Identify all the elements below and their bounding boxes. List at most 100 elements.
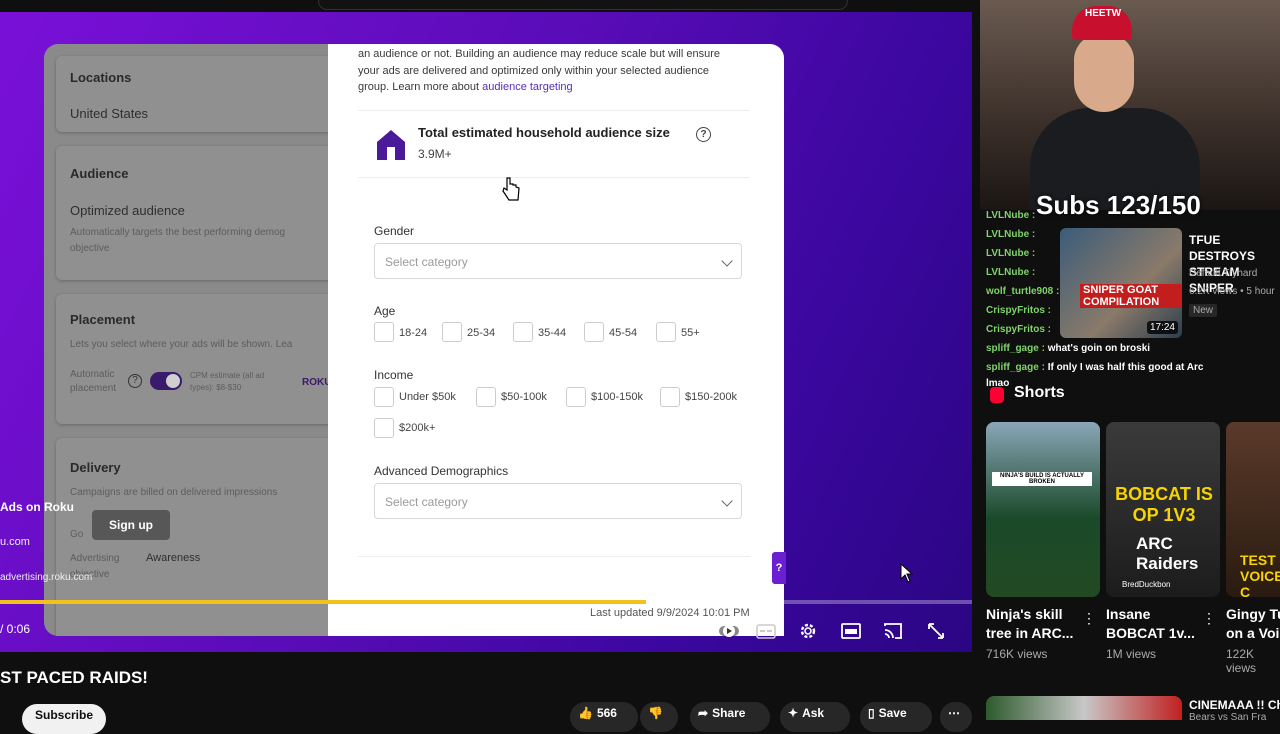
progress-bar[interactable] [0, 600, 972, 604]
income-checkbox-200k-plus[interactable] [374, 418, 394, 438]
recommended-title[interactable]: CINEMAAA !! Ch [1189, 698, 1280, 712]
short-views: 1M views [1106, 647, 1157, 661]
ask-label: Ask [802, 706, 825, 720]
help-icon[interactable]: ? [128, 374, 142, 388]
recommended-thumbnail[interactable]: SNIPER GOAT COMPILATION 17:24 [1060, 228, 1182, 338]
chat-message: spliff_gage : If only I was half this go… [986, 362, 1203, 373]
chat-username[interactable]: spliff_gage : [986, 362, 1045, 373]
age-checkbox-55-plus[interactable] [656, 322, 676, 342]
short-views: 716K views [986, 647, 1048, 661]
short-views: 122K views [1226, 647, 1257, 675]
recommended-thumbnail[interactable] [986, 696, 1182, 720]
age-checkbox-25-34[interactable] [442, 322, 462, 342]
share-button[interactable]: ➦ Share [690, 702, 770, 732]
ad-url[interactable]: advertising.roku.com [0, 572, 92, 583]
locations-heading: Locations [70, 70, 132, 85]
short-thumbnail[interactable]: TEST VOICE C [1226, 422, 1280, 597]
signup-button[interactable]: Sign up [92, 510, 170, 540]
chat-message: LVLNube : [986, 229, 1035, 240]
chat-username[interactable]: CrispyFritos : [986, 324, 1051, 335]
subtitles-icon[interactable] [755, 620, 777, 642]
save-button[interactable]: ▯ Save [860, 702, 932, 732]
recommended-channel[interactable]: Default Tryhard [1189, 268, 1257, 279]
age-checkbox-35-44[interactable] [513, 322, 533, 342]
gender-select[interactable]: Select category [374, 243, 742, 279]
income-checkbox-50-100k[interactable] [476, 387, 496, 407]
miniplayer-icon[interactable] [840, 620, 862, 642]
short-overlay-text: BOBCAT IS OP 1V3 [1115, 484, 1213, 525]
income-checkbox-150-200k[interactable] [660, 387, 680, 407]
chat-username[interactable]: LVLNube : [986, 267, 1035, 278]
short-thumbnail[interactable]: NINJA'S BUILD IS ACTUALLY BROKEN [986, 422, 1100, 597]
ad-domain: u.com [0, 536, 30, 548]
short-title-text: Gingy Tu on a Voi [1226, 606, 1280, 641]
subscribe-button[interactable]: Subscribe [22, 704, 106, 734]
chat-username[interactable]: spliff_gage : [986, 343, 1045, 354]
automatic-placement-toggle[interactable] [150, 372, 182, 390]
cpm-estimate: CPM estimate (all ad [190, 371, 265, 380]
cpm-estimate-2: types): $8-$30 [190, 383, 242, 392]
more-actions-button[interactable]: ⋯ [940, 702, 972, 732]
short-overlay-text-3: BredDuckbon [1122, 580, 1171, 589]
new-badge: New [1189, 304, 1218, 317]
thumbs-up-icon: 👍 [578, 706, 593, 720]
search-bar[interactable] [318, 0, 848, 10]
more-vert-icon[interactable]: ⋮ [1082, 610, 1096, 627]
fullscreen-icon[interactable] [925, 620, 947, 642]
placement-automatic: Automatic [70, 369, 115, 380]
short-title[interactable]: Insane BOBCAT 1v... [1106, 605, 1198, 643]
shorts-heading: Shorts [1014, 384, 1065, 401]
audience-card: Audience Optimized audience Automaticall… [56, 146, 334, 280]
chat-message: LVLNube : [986, 267, 1035, 278]
income-checkbox-under-50k[interactable] [374, 387, 394, 407]
help-icon[interactable]: ? [696, 127, 711, 142]
chat-text: If only I was half this good at Arc [1047, 362, 1204, 373]
placement-heading: Placement [70, 312, 136, 327]
short-title[interactable]: Ninja's skill tree in ARC... [986, 605, 1078, 643]
income-label: Income [374, 368, 414, 382]
chat-username[interactable]: LVLNube : [986, 248, 1035, 259]
chat-username[interactable]: wolf_turtle908 : [986, 286, 1059, 297]
like-button[interactable]: 👍 566 [570, 702, 638, 732]
ask-button[interactable]: ✦ Ask [780, 702, 850, 732]
hand-cursor-icon [502, 177, 520, 201]
intro-line-3: group. Learn more about [358, 81, 480, 93]
video-player[interactable]: Locations United States Audience Optimiz… [0, 12, 972, 652]
chat-message: wolf_turtle908 : [986, 286, 1059, 297]
chat-username[interactable]: LVLNube : [986, 210, 1035, 221]
chat-message: CrispyFritos : [986, 305, 1051, 316]
advanced-demographics-select[interactable]: Select category [374, 483, 742, 519]
autoplay-toggle-icon[interactable] [718, 620, 740, 642]
delivery-heading: Delivery [70, 460, 121, 475]
audience-desc-2: objective [70, 243, 110, 254]
help-tab[interactable]: ? [772, 552, 786, 584]
cast-icon[interactable] [882, 620, 904, 642]
share-icon: ➦ [698, 706, 709, 720]
roku-ad-overlay[interactable]: Ads on Roku u.com advertising.roku.com S… [0, 500, 170, 588]
age-checkbox-18-24[interactable] [374, 322, 394, 342]
income-option-label: $150-200k [685, 391, 737, 403]
dislike-button[interactable]: 👎 [640, 702, 678, 732]
chat-username[interactable]: LVLNube : [986, 229, 1035, 240]
audience-modal: an audience or not. Building an audience… [328, 44, 784, 636]
age-option-label: 55+ [681, 327, 700, 339]
household-audience-card: Total estimated household audience size … [358, 110, 750, 178]
chat-text: what's goin on broski [1047, 343, 1151, 354]
age-checkbox-45-54[interactable] [584, 322, 604, 342]
more-vert-icon[interactable]: ⋮ [1202, 610, 1216, 627]
recommended-views: 6.2K views • 5 hour [1189, 286, 1275, 297]
subs-counter: Subs 123/150 [1036, 190, 1201, 220]
chat-username[interactable]: CrispyFritos : [986, 305, 1051, 316]
short-thumbnail[interactable]: BOBCAT IS OP 1V3 ARC Raiders BredDuckbon [1106, 422, 1220, 597]
settings-gear-icon[interactable] [797, 620, 819, 642]
player-controls: / 0:06 [0, 612, 972, 652]
advanced-placeholder: Select category [385, 495, 468, 509]
short-title[interactable]: Gingy Tu on a Voi [1226, 605, 1280, 643]
cap-text: HEETW [1085, 8, 1122, 19]
locations-value: United States [70, 106, 149, 121]
like-count: 566 [596, 706, 617, 720]
recommended-subtitle: Bears vs San Fra [1189, 712, 1267, 723]
income-checkbox-100-150k[interactable] [566, 387, 586, 407]
placement-card: Placement Lets you select where your ads… [56, 294, 334, 424]
audience-targeting-link[interactable]: audience targeting [482, 81, 573, 93]
